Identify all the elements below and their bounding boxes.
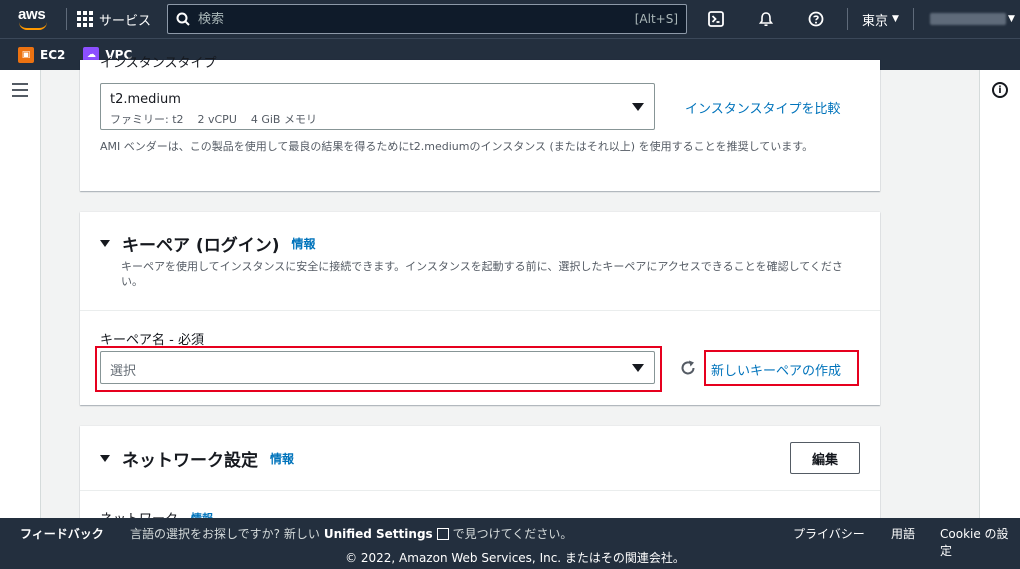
top-navigation: aws サービス [Alt+S] 東京 ▼ ▼ [0, 0, 1020, 38]
notifications-button[interactable] [749, 0, 783, 38]
favorite-ec2[interactable]: ▣ EC2 [18, 46, 66, 63]
nav-divider [66, 8, 67, 30]
create-keypair-link[interactable]: 新しいキーペアの作成 [711, 360, 841, 379]
cloudshell-icon [708, 11, 724, 27]
left-side-rail [0, 70, 41, 518]
collapse-triangle-icon[interactable] [100, 455, 110, 462]
compare-instance-types-link[interactable]: インスタンスタイプを比較 [685, 98, 840, 117]
external-link-icon [436, 527, 449, 540]
search-shortcut: [Alt+S] [634, 12, 679, 26]
caret-down-icon: ▼ [1007, 14, 1015, 24]
keypair-name-label: キーペア名 - 必須 [100, 333, 204, 348]
info-panel-icon[interactable]: i [992, 82, 1008, 98]
instance-type-select[interactable]: t2.medium ファミリー: t2 2 vCPU 4 GiB メモリ [100, 83, 655, 130]
search-bar[interactable]: [Alt+S] [167, 4, 688, 34]
menu-icon[interactable] [12, 83, 28, 101]
unified-settings-link[interactable]: Unified Settings [324, 527, 433, 541]
section-divider [80, 490, 880, 491]
cloudshell-button[interactable] [699, 0, 733, 38]
language-notice: 言語の選択をお探しですか? 新しい Unified Settings で見つけて… [130, 525, 572, 542]
search-input[interactable] [198, 11, 635, 27]
keypair-container: キーペア (ログイン) 情報 キーペアを使用してインスタンスに安全に接続できます… [80, 212, 880, 405]
nav-divider [847, 8, 849, 30]
collapse-triangle-icon[interactable] [100, 240, 110, 247]
favorite-label: EC2 [40, 47, 66, 62]
instance-type-container: インスタンスタイプ t2.medium ファミリー: t2 2 vCPU 4 G… [80, 56, 880, 191]
keypair-title: キーペア (ログイン) [122, 236, 280, 256]
section-divider [80, 310, 880, 311]
aws-logo[interactable]: aws [12, 0, 60, 38]
right-side-rail: i [979, 70, 1020, 518]
region-selector[interactable]: 東京 ▼ [852, 10, 909, 29]
network-header: ネットワーク設定 情報 [100, 446, 294, 471]
keypair-placeholder: 選択 [110, 364, 137, 379]
aws-logo-text: aws [18, 6, 46, 23]
keypair-select[interactable]: 選択 [100, 351, 655, 384]
feedback-link[interactable]: フィードバック [20, 525, 104, 542]
edit-network-button[interactable]: 編集 [790, 442, 860, 474]
instance-type-label: インスタンスタイプ [100, 56, 217, 71]
instance-type-details: ファミリー: t2 2 vCPU 4 GiB メモリ [110, 113, 317, 126]
keypair-description: キーペアを使用してインスタンスに安全に接続できます。インスタンスを起動する前に、… [121, 260, 843, 288]
network-title: ネットワーク設定 [122, 451, 258, 471]
help-icon [808, 11, 824, 27]
terms-link[interactable]: 用語 [891, 525, 915, 542]
help-button[interactable] [799, 0, 833, 38]
keypair-info-link[interactable]: 情報 [291, 235, 315, 252]
instance-type-value: t2.medium [110, 92, 181, 107]
keypair-header: キーペア (ログイン) 情報 [100, 231, 315, 256]
language-notice-prefix: 言語の選択をお探しですか? 新しい [130, 527, 320, 541]
copyright: © 2022, Amazon Web Services, Inc. またはその関… [345, 551, 685, 565]
search-icon [176, 12, 190, 26]
caret-down-icon: ▼ [892, 14, 899, 24]
services-label: サービス [99, 13, 152, 29]
footer: フィードバック 言語の選択をお探しですか? 新しい Unified Settin… [0, 518, 1020, 569]
bell-icon [758, 12, 774, 26]
caret-down-icon [632, 102, 644, 111]
services-menu-button[interactable]: サービス [77, 10, 151, 29]
language-notice-suffix: で見つけてください。 [452, 527, 573, 541]
refresh-icon[interactable] [678, 358, 698, 378]
ec2-service-icon: ▣ [18, 46, 34, 63]
caret-down-icon [632, 363, 644, 372]
network-info-link[interactable]: 情報 [270, 450, 294, 467]
instance-type-hint: AMI ベンダーは、この製品を使用して最良の結果を得るためにt2.mediumの… [100, 140, 814, 153]
aws-smile-icon [19, 22, 47, 30]
account-menu-blurred[interactable] [929, 13, 1006, 25]
grid-icon [77, 11, 93, 27]
region-label: 東京 [862, 13, 889, 29]
privacy-link[interactable]: プライバシー [793, 525, 865, 542]
nav-divider [912, 8, 914, 30]
